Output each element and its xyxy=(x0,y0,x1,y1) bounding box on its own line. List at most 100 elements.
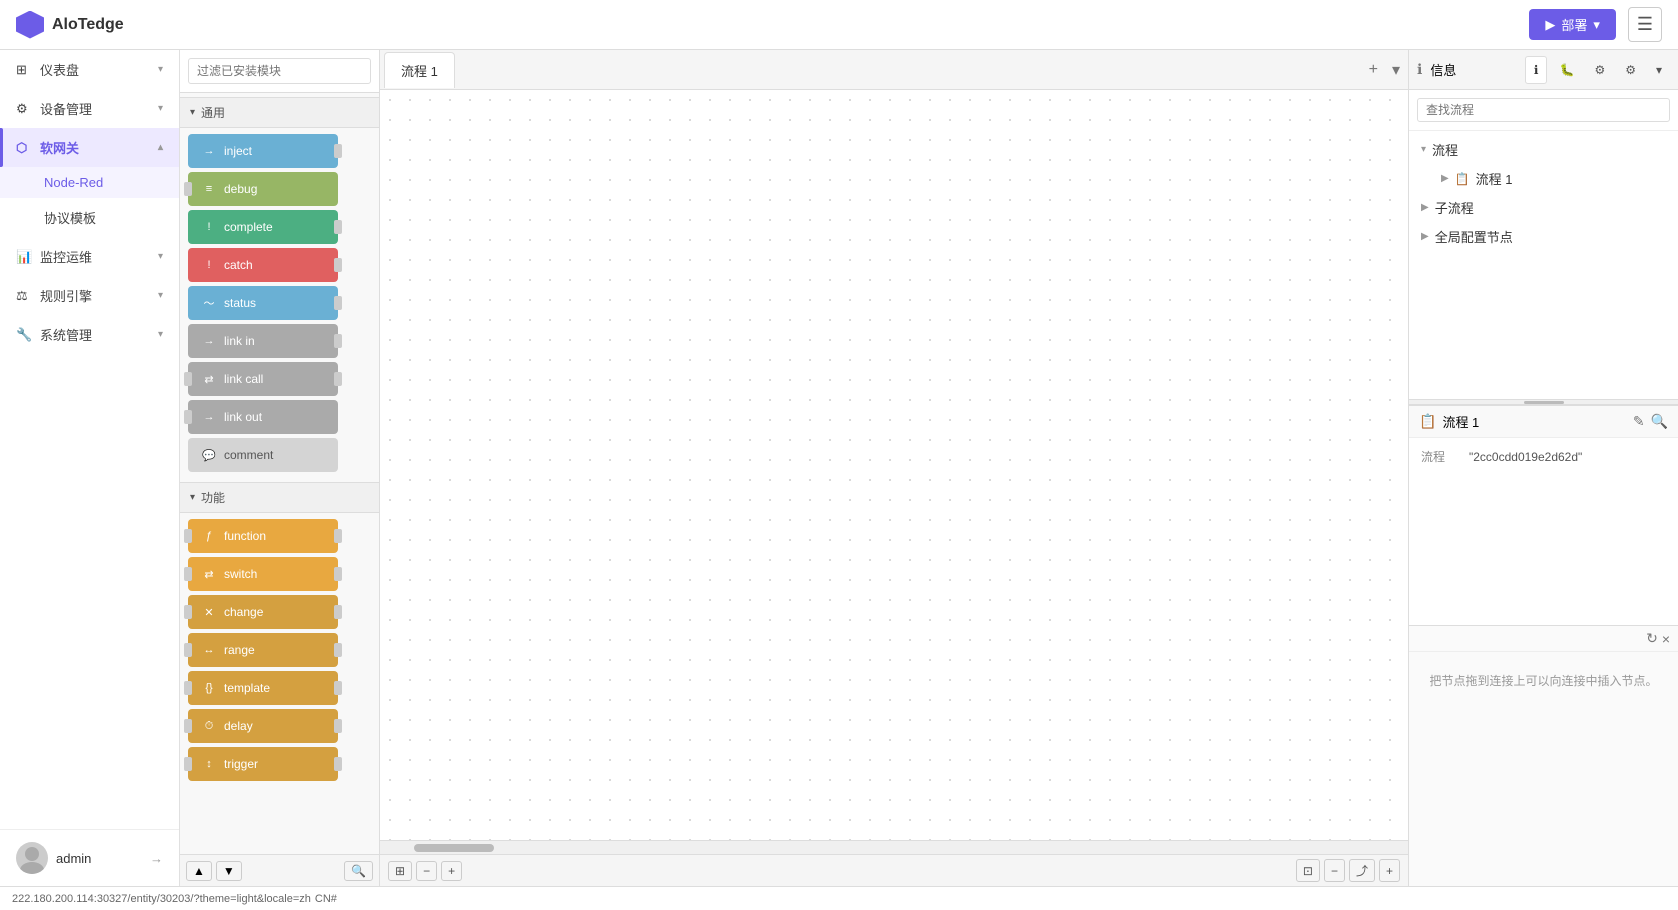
node-function[interactable]: ƒ function xyxy=(188,519,338,553)
switch-port-right xyxy=(334,567,342,581)
trigger-label: trigger xyxy=(224,757,258,771)
node-range[interactable]: ↔ range xyxy=(188,633,338,667)
search-flow-button[interactable]: 🔍 xyxy=(1651,413,1668,430)
prop-row-flow: 流程 "2cc0cdd019e2d62d" xyxy=(1421,448,1666,465)
sidebar-sub-item-nodered[interactable]: Node-Red xyxy=(0,167,179,198)
trigger-port-left xyxy=(184,757,192,771)
canvas-zoom-in[interactable]: + xyxy=(441,861,462,881)
node-linkout[interactable]: → link out xyxy=(188,400,338,434)
node-comment[interactable]: 💬 comment xyxy=(188,438,338,472)
node-linkin[interactable]: → link in xyxy=(188,324,338,358)
dashboard-icon: ⊞ xyxy=(16,62,32,78)
template-port-left xyxy=(184,681,192,695)
sidebar-item-device[interactable]: ⚙ 设备管理 ▾ xyxy=(0,89,179,128)
node-template[interactable]: {} template xyxy=(188,671,338,705)
prop-label: 流程 xyxy=(1421,448,1461,465)
sidebar-item-system[interactable]: 🔧 系统管理 ▾ xyxy=(0,315,179,354)
search-input[interactable] xyxy=(188,58,371,84)
change-port-right xyxy=(334,605,342,619)
node-trigger[interactable]: ↕ trigger xyxy=(188,747,338,781)
canvas-zoom-fit[interactable]: ⊞ xyxy=(388,861,412,881)
status-url: 222.180.200.114:30327/entity/30203/?them… xyxy=(12,893,311,905)
canvas-grid[interactable] xyxy=(380,90,1408,840)
palette-scroll-down[interactable]: ▼ xyxy=(216,861,242,881)
chevron-down-icon: ▾ xyxy=(158,64,163,75)
delay-port-left xyxy=(184,719,192,733)
bottom-content: 流程 "2cc0cdd019e2d62d" xyxy=(1409,438,1678,625)
canvas-tab-actions: + ▾ xyxy=(1365,56,1404,84)
flows-label: 流程 xyxy=(1432,140,1458,159)
avatar xyxy=(16,842,48,874)
sidebar-item-label-dashboard: 仪表盘 xyxy=(40,60,79,79)
palette-category-function-header[interactable]: ▾ 功能 xyxy=(180,482,379,513)
node-inject[interactable]: → inject xyxy=(188,134,338,168)
palette-search-toggle[interactable]: 🔍 xyxy=(344,861,373,881)
function-port-left xyxy=(184,529,192,543)
palette-category-general: ▾ 通用 → inject ≡ xyxy=(180,97,379,478)
tab-debug[interactable]: 🐛 xyxy=(1551,56,1582,84)
palette-category-general-header[interactable]: ▾ 通用 xyxy=(180,97,379,128)
canvas-export[interactable]: + xyxy=(1379,859,1400,882)
tab-info[interactable]: ℹ xyxy=(1525,56,1548,84)
sidebar-item-gateway[interactable]: ⬡ 软网关 ▴ xyxy=(0,128,179,167)
tree-item-global[interactable]: ▶ 全局配置节点 xyxy=(1409,222,1678,251)
node-change[interactable]: ✕ change xyxy=(188,595,338,629)
status-bar: 222.180.200.114:30327/entity/30203/?them… xyxy=(0,886,1678,910)
node-delay[interactable]: ⏱ delay xyxy=(188,709,338,743)
close-button[interactable]: × xyxy=(1662,631,1670,647)
node-complete[interactable]: ! complete xyxy=(188,210,338,244)
tab-nodes[interactable]: ⚙ xyxy=(1586,56,1613,84)
flow-search-input[interactable] xyxy=(1417,98,1670,122)
right-panel-search xyxy=(1409,90,1678,131)
node-switch[interactable]: ⇄ switch xyxy=(188,557,338,591)
tree-arrow-flow1: ▶ xyxy=(1441,173,1449,184)
flow-menu-button[interactable]: ▾ xyxy=(1388,56,1404,84)
refresh-button[interactable]: ↻ xyxy=(1646,630,1658,647)
tree-item-flow1[interactable]: ▶ 📋 流程 1 xyxy=(1409,164,1678,193)
debug-icon: ≡ xyxy=(198,178,220,200)
status-port-right xyxy=(334,296,342,310)
catch-port-right xyxy=(334,258,342,272)
deploy-button[interactable]: ▶ 部署 ▾ xyxy=(1529,9,1616,40)
scrollbar-thumb[interactable] xyxy=(414,844,494,852)
range-icon: ↔ xyxy=(198,639,220,661)
node-linkcall[interactable]: ⇄ link call xyxy=(188,362,338,396)
tree-item-flows[interactable]: ▾ 流程 xyxy=(1409,135,1678,164)
change-port-left xyxy=(184,605,192,619)
sidebar-item-monitor[interactable]: 📊 监控运维 ▾ xyxy=(0,237,179,276)
canvas-zoom-out2[interactable]: − xyxy=(1324,859,1345,882)
node-status[interactable]: 〜 status xyxy=(188,286,338,320)
sidebar-sub-item-protocol[interactable]: 协议模板 xyxy=(0,198,179,237)
node-palette: ▾ 通用 → inject ≡ xyxy=(180,50,380,886)
bottom-flow-label: 📋 流程 1 xyxy=(1419,412,1479,431)
info-hint-text: 把节点拖到连接上可以向连接中插入节点。 xyxy=(1409,652,1678,709)
tab-more[interactable]: ▾ xyxy=(1648,56,1670,84)
bottom-flow-text: 流程 1 xyxy=(1442,412,1479,431)
linkcall-label: link call xyxy=(224,372,263,386)
canvas-zoom-fit2[interactable]: ⊡ xyxy=(1296,859,1320,882)
change-label: change xyxy=(224,605,263,619)
tab-settings[interactable]: ⚙ xyxy=(1617,56,1644,84)
chevron-down-icon: ▾ xyxy=(158,103,163,114)
canvas-tab-flow1[interactable]: 流程 1 xyxy=(384,52,455,88)
tree-arrow-global: ▶ xyxy=(1421,231,1429,242)
sidebar-item-dashboard[interactable]: ⊞ 仪表盘 ▾ xyxy=(0,50,179,89)
edit-flow-button[interactable]: ✎ xyxy=(1633,413,1645,430)
node-debug[interactable]: ≡ debug xyxy=(188,172,338,206)
sidebar-item-rule[interactable]: ⚖ 规则引擎 ▾ xyxy=(0,276,179,315)
canvas-zoom-out[interactable]: − xyxy=(416,861,437,881)
menu-button[interactable]: ☰ xyxy=(1628,7,1662,42)
canvas-import[interactable]: ⤴ xyxy=(1349,859,1375,882)
node-catch[interactable]: ! catch xyxy=(188,248,338,282)
tree-item-subflow[interactable]: ▶ 子流程 xyxy=(1409,193,1678,222)
canvas-tabs: 流程 1 + ▾ xyxy=(380,50,1408,90)
deploy-chevron: ▾ xyxy=(1593,17,1600,33)
category-arrow-general: ▾ xyxy=(190,107,195,118)
add-flow-button[interactable]: + xyxy=(1365,57,1382,83)
logout-icon[interactable]: → xyxy=(150,851,163,866)
horizontal-scrollbar[interactable] xyxy=(380,840,1408,854)
linkin-icon: → xyxy=(198,330,220,352)
switch-label: switch xyxy=(224,567,257,581)
range-port-left xyxy=(184,643,192,657)
palette-scroll-up[interactable]: ▲ xyxy=(186,861,212,881)
